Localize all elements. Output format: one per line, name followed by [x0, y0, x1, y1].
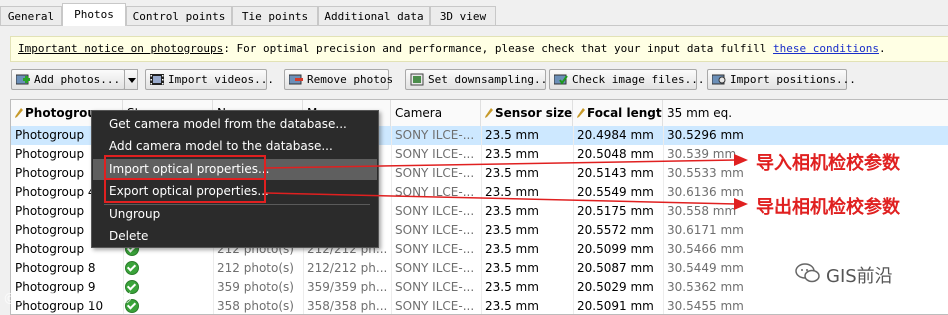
tab-photos[interactable]: Photos — [62, 3, 126, 26]
export-annotation-label: 导出相机检校参数 — [756, 197, 900, 218]
export-arrow-head — [734, 198, 748, 210]
watermark-corner: @ 知乎 无人机倾斜摄影 — [4, 291, 132, 305]
watermark-brand: GIS前沿 — [826, 266, 893, 287]
import-annotation-label: 导入相机检校参数 — [756, 153, 900, 174]
import-arrow-head — [734, 154, 748, 166]
import-arrow-line — [265, 159, 737, 169]
wechat-logo-icon — [795, 262, 821, 284]
export-arrow-line — [265, 192, 737, 205]
